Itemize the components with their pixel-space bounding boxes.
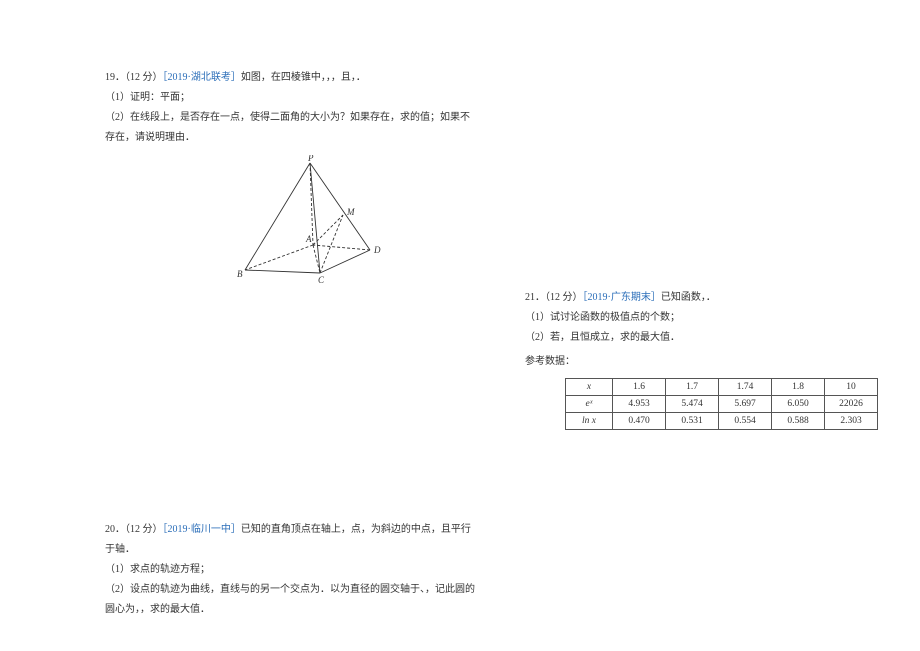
q21-part2: （2）若，且恒成立，求的最大值． (525, 328, 885, 348)
cell-ex-3: 5.697 (719, 396, 772, 413)
q20-part2: （2）设点的轨迹为曲线，直线与的另一个交点为．以为直径的圆交轴于、，记此圆的圆心… (105, 580, 475, 620)
q19-part1: （1）证明：平面； (105, 88, 475, 108)
q19-part2: （2）在线段上，是否存在一点，使得二面角的大小为？如果存在，求的值；如果不存在，… (105, 108, 475, 148)
cell-ln-5: 2.303 (825, 413, 878, 430)
q19-title-rest: 如图，在四棱锥中，，，且，． (241, 72, 366, 83)
label-M: M (346, 207, 355, 217)
q21-ref-label: 参考数据： (525, 352, 885, 372)
q21-source-link: ［2019·广东期末］ (583, 292, 661, 303)
cell-ex-2: 5.474 (666, 396, 719, 413)
cell-ex-4: 6.050 (772, 396, 825, 413)
q19-source-link: ［2019·湖北联考］ (163, 72, 241, 83)
q20-source-link: ［2019·临川一中］ (163, 524, 241, 535)
cell-ln-label: ln x (566, 413, 613, 430)
cell-x-label: x (566, 379, 613, 396)
label-P: P (307, 155, 314, 163)
reference-table: x 1.6 1.7 1.74 1.8 10 eˣ 4.953 5.474 5.6… (565, 378, 878, 430)
q21-title-line: 21．（12 分）［2019·广东期末］已知函数，． (525, 288, 885, 308)
cell-x-3: 1.74 (719, 379, 772, 396)
q20-title-line: 20．（12 分）［2019·临川一中］已知的直角顶点在轴上，点，为斜边的中点，… (105, 520, 475, 560)
cell-ln-3: 0.554 (719, 413, 772, 430)
cell-ln-2: 0.531 (666, 413, 719, 430)
q19-figure: P B C D A M (235, 155, 405, 285)
table-row: x 1.6 1.7 1.74 1.8 10 (566, 379, 878, 396)
label-B: B (237, 269, 243, 279)
q21-prefix: 21．（12 分） (525, 292, 583, 303)
table-row: ln x 0.470 0.531 0.554 0.588 2.303 (566, 413, 878, 430)
cell-ln-4: 0.588 (772, 413, 825, 430)
pyramid-diagram: P B C D A M (235, 155, 405, 285)
cell-ln-1: 0.470 (613, 413, 666, 430)
cell-x-5: 10 (825, 379, 878, 396)
label-A: A (305, 234, 312, 244)
table-row: eˣ 4.953 5.474 5.697 6.050 22026 (566, 396, 878, 413)
cell-x-1: 1.6 (613, 379, 666, 396)
label-D: D (373, 245, 381, 255)
question-20: 20．（12 分）［2019·临川一中］已知的直角顶点在轴上，点，为斜边的中点，… (105, 520, 475, 620)
question-19: 19．（12 分）［2019·湖北联考］如图，在四棱锥中，，，且，． （1）证明… (105, 68, 475, 148)
label-C: C (318, 275, 325, 285)
cell-x-2: 1.7 (666, 379, 719, 396)
cell-ex-5: 22026 (825, 396, 878, 413)
q20-prefix: 20．（12 分） (105, 524, 163, 535)
q20-part1: （1）求点的轨迹方程； (105, 560, 475, 580)
q21-part1: （1）试讨论函数的极值点的个数； (525, 308, 885, 328)
q19-prefix: 19．（12 分） (105, 72, 163, 83)
cell-ex-1: 4.953 (613, 396, 666, 413)
q21-title-rest: 已知函数，． (661, 292, 716, 303)
cell-ex-label: eˣ (566, 396, 613, 413)
page: 19．（12 分）［2019·湖北联考］如图，在四棱锥中，，，且，． （1）证明… (0, 0, 920, 651)
q19-title-line: 19．（12 分）［2019·湖北联考］如图，在四棱锥中，，，且，． (105, 68, 475, 88)
question-21: 21．（12 分）［2019·广东期末］已知函数，． （1）试讨论函数的极值点的… (525, 288, 885, 430)
cell-x-4: 1.8 (772, 379, 825, 396)
